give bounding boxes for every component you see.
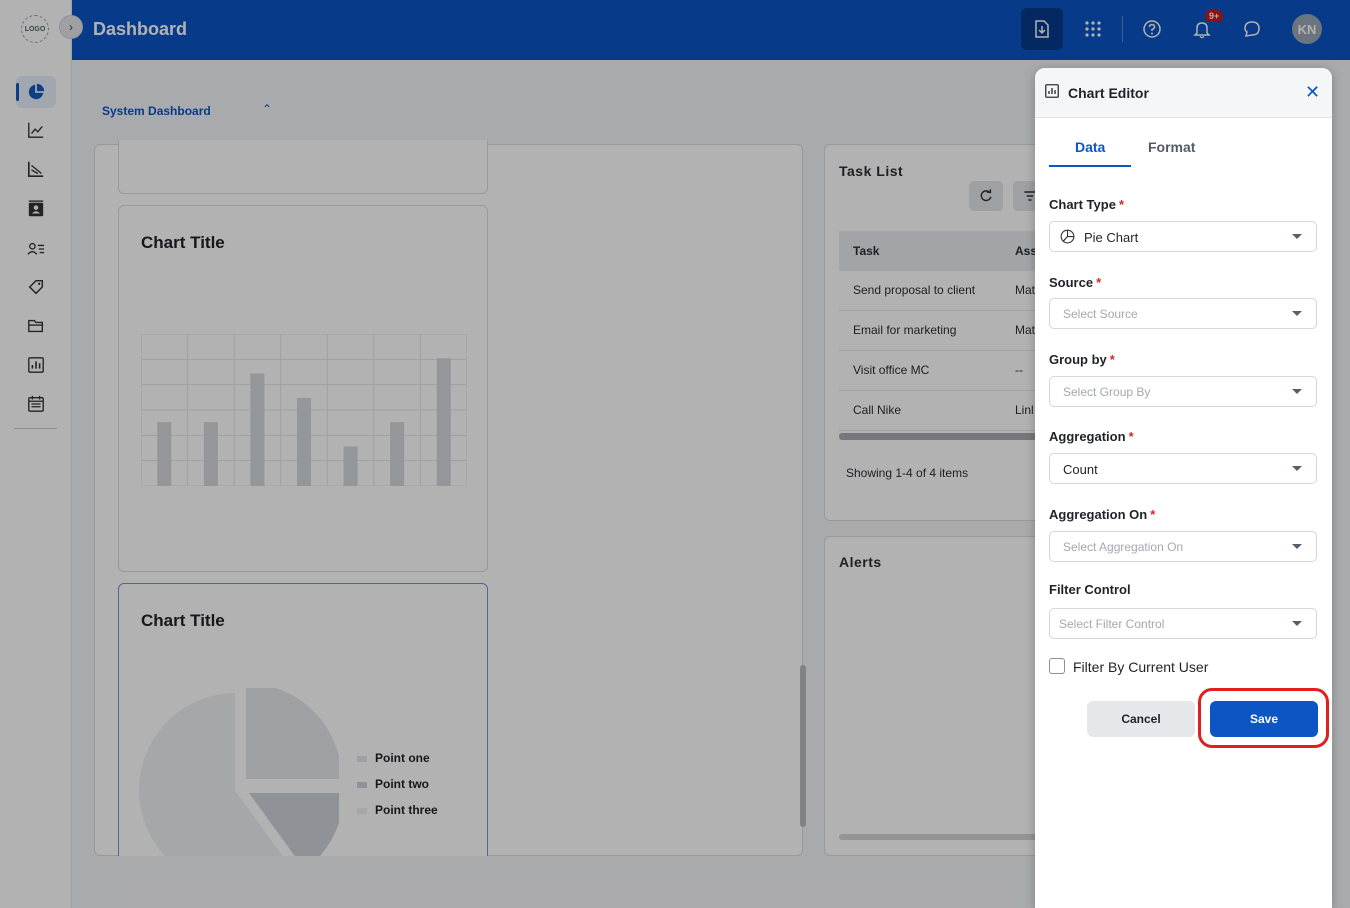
drawer-header: Chart Editor ✕ (1035, 68, 1332, 118)
chart-type-value: Pie Chart (1084, 230, 1139, 245)
filter-control-label: Filter Control (1049, 582, 1131, 597)
required-mark: * (1109, 352, 1115, 367)
chart-type-select[interactable]: Pie Chart (1049, 221, 1317, 252)
label-text: Group by (1049, 352, 1107, 367)
chevron-down-icon (1292, 311, 1302, 316)
required-mark: * (1128, 429, 1134, 444)
chart-icon (1045, 84, 1059, 98)
aggregation-label: Aggregation * (1049, 429, 1134, 444)
label-text: Source (1049, 275, 1094, 290)
aggregation-select[interactable]: Count (1049, 453, 1317, 484)
required-mark: * (1150, 507, 1156, 522)
group-by-placeholder: Select Group By (1063, 385, 1151, 399)
active-tab-indicator (1049, 165, 1131, 167)
chart-type-label: Chart Type * (1049, 197, 1124, 212)
chevron-down-icon (1292, 466, 1302, 471)
aggregation-on-select[interactable]: Select Aggregation On (1049, 531, 1317, 562)
chevron-down-icon (1292, 544, 1302, 549)
tab-data[interactable]: Data (1075, 139, 1105, 155)
chevron-down-icon (1292, 621, 1302, 626)
group-by-select[interactable]: Select Group By (1049, 376, 1317, 407)
filter-control-placeholder: Select Filter Control (1059, 617, 1165, 631)
filter-control-select[interactable]: Select Filter Control (1049, 608, 1317, 639)
required-mark: * (1096, 275, 1102, 290)
label-text: Chart Type (1049, 197, 1116, 212)
filter-current-user-label[interactable]: Filter By Current User (1073, 659, 1208, 675)
chevron-down-icon (1292, 234, 1302, 239)
aggregation-on-placeholder: Select Aggregation On (1063, 540, 1184, 554)
save-highlight-annotation (1198, 688, 1329, 748)
drawer-title: Chart Editor (1068, 85, 1149, 101)
aggregation-value: Count (1063, 462, 1098, 477)
pie-chart-icon (1060, 229, 1075, 244)
label-text: Aggregation On (1049, 507, 1148, 522)
tab-format[interactable]: Format (1148, 139, 1195, 155)
aggregation-on-label: Aggregation On * (1049, 507, 1155, 522)
source-placeholder: Select Source (1063, 307, 1138, 321)
label-text: Aggregation (1049, 429, 1126, 444)
cancel-button[interactable]: Cancel (1087, 701, 1195, 737)
group-by-label: Group by * (1049, 352, 1115, 367)
source-select[interactable]: Select Source (1049, 298, 1317, 329)
close-icon[interactable]: ✕ (1305, 83, 1320, 101)
required-mark: * (1118, 197, 1124, 212)
source-label: Source * (1049, 275, 1101, 290)
chevron-down-icon (1292, 389, 1302, 394)
chart-editor-drawer: Chart Editor ✕ Data Format Chart Type * P… (1035, 68, 1332, 908)
filter-current-user-checkbox[interactable] (1049, 658, 1065, 674)
